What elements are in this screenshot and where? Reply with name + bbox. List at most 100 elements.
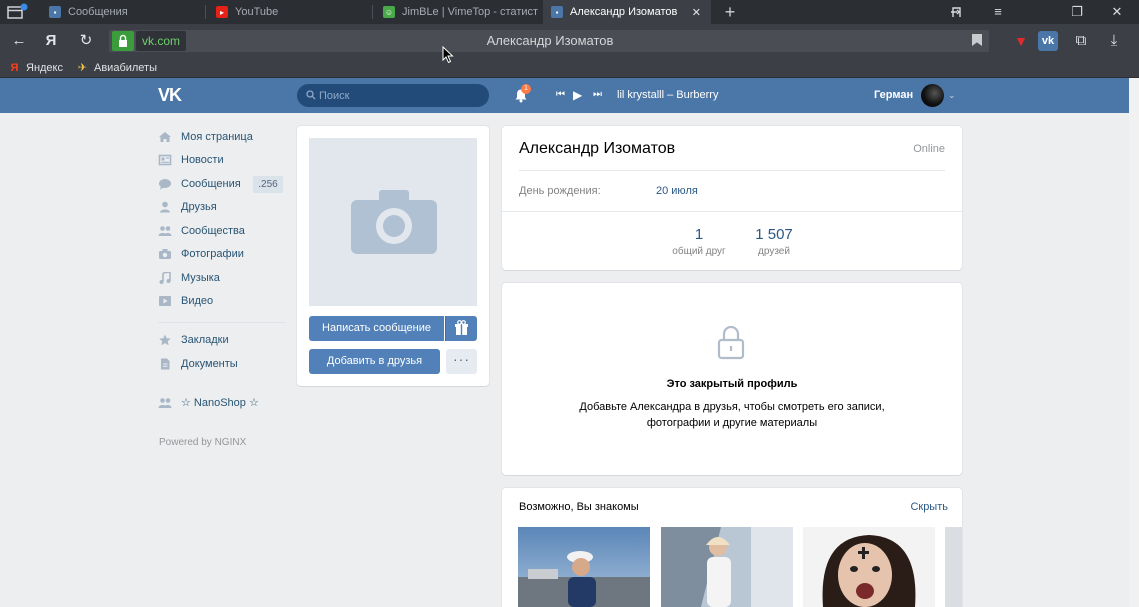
friends-count: 1 507 (755, 226, 793, 243)
restore-window-icon[interactable]: ❐ (1068, 3, 1086, 21)
menu-label: Музыка (181, 272, 220, 284)
suggestions-title: Возможно, Вы знакомы (519, 501, 639, 513)
downloads-icon[interactable]: ⤓ (1104, 31, 1124, 51)
news-icon (158, 154, 172, 166)
bookmark-label: Яндекс (26, 62, 63, 74)
menu-divider (158, 322, 286, 323)
yandex-logo-icon[interactable]: Я (42, 32, 60, 50)
close-tab-icon[interactable]: ✕ (692, 6, 701, 19)
tab-separator (372, 5, 373, 19)
messages-icon (159, 179, 171, 190)
suggested-friend-photo[interactable] (661, 527, 793, 607)
youtube-favicon-icon: ▸ (216, 6, 228, 18)
send-gift-button[interactable] (445, 316, 477, 341)
video-icon (159, 296, 171, 306)
tab-youtube[interactable]: ▸ YouTube (208, 0, 370, 24)
close-window-icon[interactable]: ✕ (1108, 3, 1126, 21)
tab-label: Сообщения (68, 6, 128, 18)
play-icon[interactable]: ▶ (573, 89, 582, 101)
more-dots-icon[interactable]: ··· (446, 349, 477, 374)
profile-name: Александр Изоматов (519, 140, 676, 157)
next-track-icon[interactable]: ⏭ (593, 89, 602, 101)
closed-profile-description: Добавьте Александра в друзья, чтобы смот… (579, 401, 885, 429)
menu-label: Фотографии (181, 248, 244, 260)
search-input[interactable] (319, 86, 479, 105)
menu-item-messages[interactable]: Сообщения (158, 175, 241, 193)
tab-separator (205, 5, 206, 19)
friends-icon (160, 201, 170, 213)
suggested-friend-photo[interactable] (518, 527, 650, 607)
messages-count-badge[interactable]: .256 (253, 176, 283, 193)
tab-label: JimBLe | VimeTop - статист (402, 6, 539, 18)
hide-suggestions-link[interactable]: Скрыть (900, 501, 948, 513)
extension-red-icon[interactable]: ▼ (1011, 31, 1031, 51)
friends-label: друзей (758, 246, 790, 257)
plane-icon: ✈ (77, 61, 88, 74)
menu-label: ☆ NanoShop ☆ (181, 397, 259, 409)
menu-item-photos[interactable]: Фотографии (158, 245, 244, 263)
menu-label: Сообщества (181, 225, 245, 237)
suggested-friend-image (661, 527, 793, 607)
new-tab-plus-icon[interactable]: + (721, 1, 739, 23)
translate-extension-icon[interactable]: ⧉ (1071, 31, 1091, 51)
menu-item-friends[interactable]: Друзья (158, 198, 217, 216)
menu-item-news[interactable]: Новости (158, 151, 224, 169)
yandex-icon: Я (10, 61, 19, 74)
menu-item-my-page[interactable]: Моя страница (158, 128, 253, 146)
menu-label: Друзья (181, 201, 217, 213)
menu-label: Моя страница (181, 131, 253, 143)
suggested-friend-image (803, 527, 935, 607)
menu-item-music[interactable]: Музыка (158, 269, 220, 287)
vk-extension-icon[interactable]: vk (1038, 31, 1058, 51)
reload-icon[interactable]: ↻ (77, 32, 95, 50)
document-icon (161, 358, 170, 370)
vk-header: VK 1 ⏮ ▶ ⏭ lil krystalll – Burberry Герм… (0, 78, 1139, 113)
url-domain[interactable]: vk.com (136, 31, 187, 51)
powered-by-text: Powered by NGINX (159, 437, 247, 448)
bookmark-yandex[interactable]: Я Яндекс (9, 58, 63, 78)
hamburger-menu-icon[interactable]: ≡ (989, 3, 1007, 21)
suggested-friend-image (518, 527, 650, 607)
write-message-button[interactable]: Написать сообщение (309, 316, 444, 341)
tab-label: Александр Изоматов (570, 6, 678, 18)
user-avatar[interactable] (921, 84, 944, 107)
music-icon (159, 272, 171, 284)
menu-item-groups[interactable]: Сообщества (158, 222, 245, 240)
menu-item-documents[interactable]: Документы (158, 355, 238, 373)
birthday-value[interactable]: 20 июля (656, 185, 698, 197)
menu-label: Видео (181, 295, 214, 307)
groups-icon (158, 226, 172, 236)
pin-icon[interactable] (948, 3, 966, 21)
current-user-name[interactable]: Герман (874, 89, 913, 102)
mutual-friends-count: 1 (694, 226, 704, 243)
address-page-title: Александр Изоматов (486, 33, 614, 48)
back-arrow-icon[interactable]: ← (10, 32, 28, 50)
tab-profile-active[interactable]: ▪ Александр Изоматов ✕ (543, 0, 711, 24)
mouse-cursor-icon (442, 46, 454, 64)
divider (502, 211, 962, 212)
tab-label: YouTube (235, 6, 279, 18)
camera-placeholder-icon (351, 190, 437, 254)
menu-item-video[interactable]: Видео (158, 292, 213, 310)
tab-messages[interactable]: ▪ Сообщения (40, 0, 200, 24)
menu-item-nanoshop[interactable]: ☆ NanoShop ☆ (158, 394, 259, 412)
search-box[interactable] (297, 84, 489, 107)
suggested-friend-photo-partial[interactable] (945, 527, 962, 607)
add-friend-button[interactable]: Добавить в друзья (309, 349, 440, 374)
secure-lock-icon[interactable] (112, 31, 134, 51)
tab-vimetop[interactable]: ☺ JimBLe | VimeTop - статист (375, 0, 540, 24)
menu-label: Документы (181, 358, 238, 370)
browser-tab-bar: ▪ Сообщения ▸ YouTube ☺ JimBLe | VimeTop… (0, 0, 1139, 24)
bookmark-avia[interactable]: ✈ Авиабилеты (77, 58, 157, 78)
chevron-down-icon[interactable]: ⌄ (948, 90, 956, 100)
menu-label: Новости (181, 154, 224, 166)
menu-item-bookmarks[interactable]: Закладки (158, 331, 229, 349)
vk-favicon-icon: ▪ (551, 6, 563, 18)
page-scrollbar[interactable] (1129, 78, 1139, 607)
now-playing-track[interactable]: lil krystalll – Burberry (617, 89, 718, 102)
vk-logo[interactable]: VK (158, 86, 182, 104)
tabs-menu-icon[interactable] (6, 3, 28, 21)
previous-track-icon[interactable]: ⏮ (556, 89, 565, 101)
suggested-friend-photo[interactable] (803, 527, 935, 607)
star-icon (159, 334, 171, 346)
